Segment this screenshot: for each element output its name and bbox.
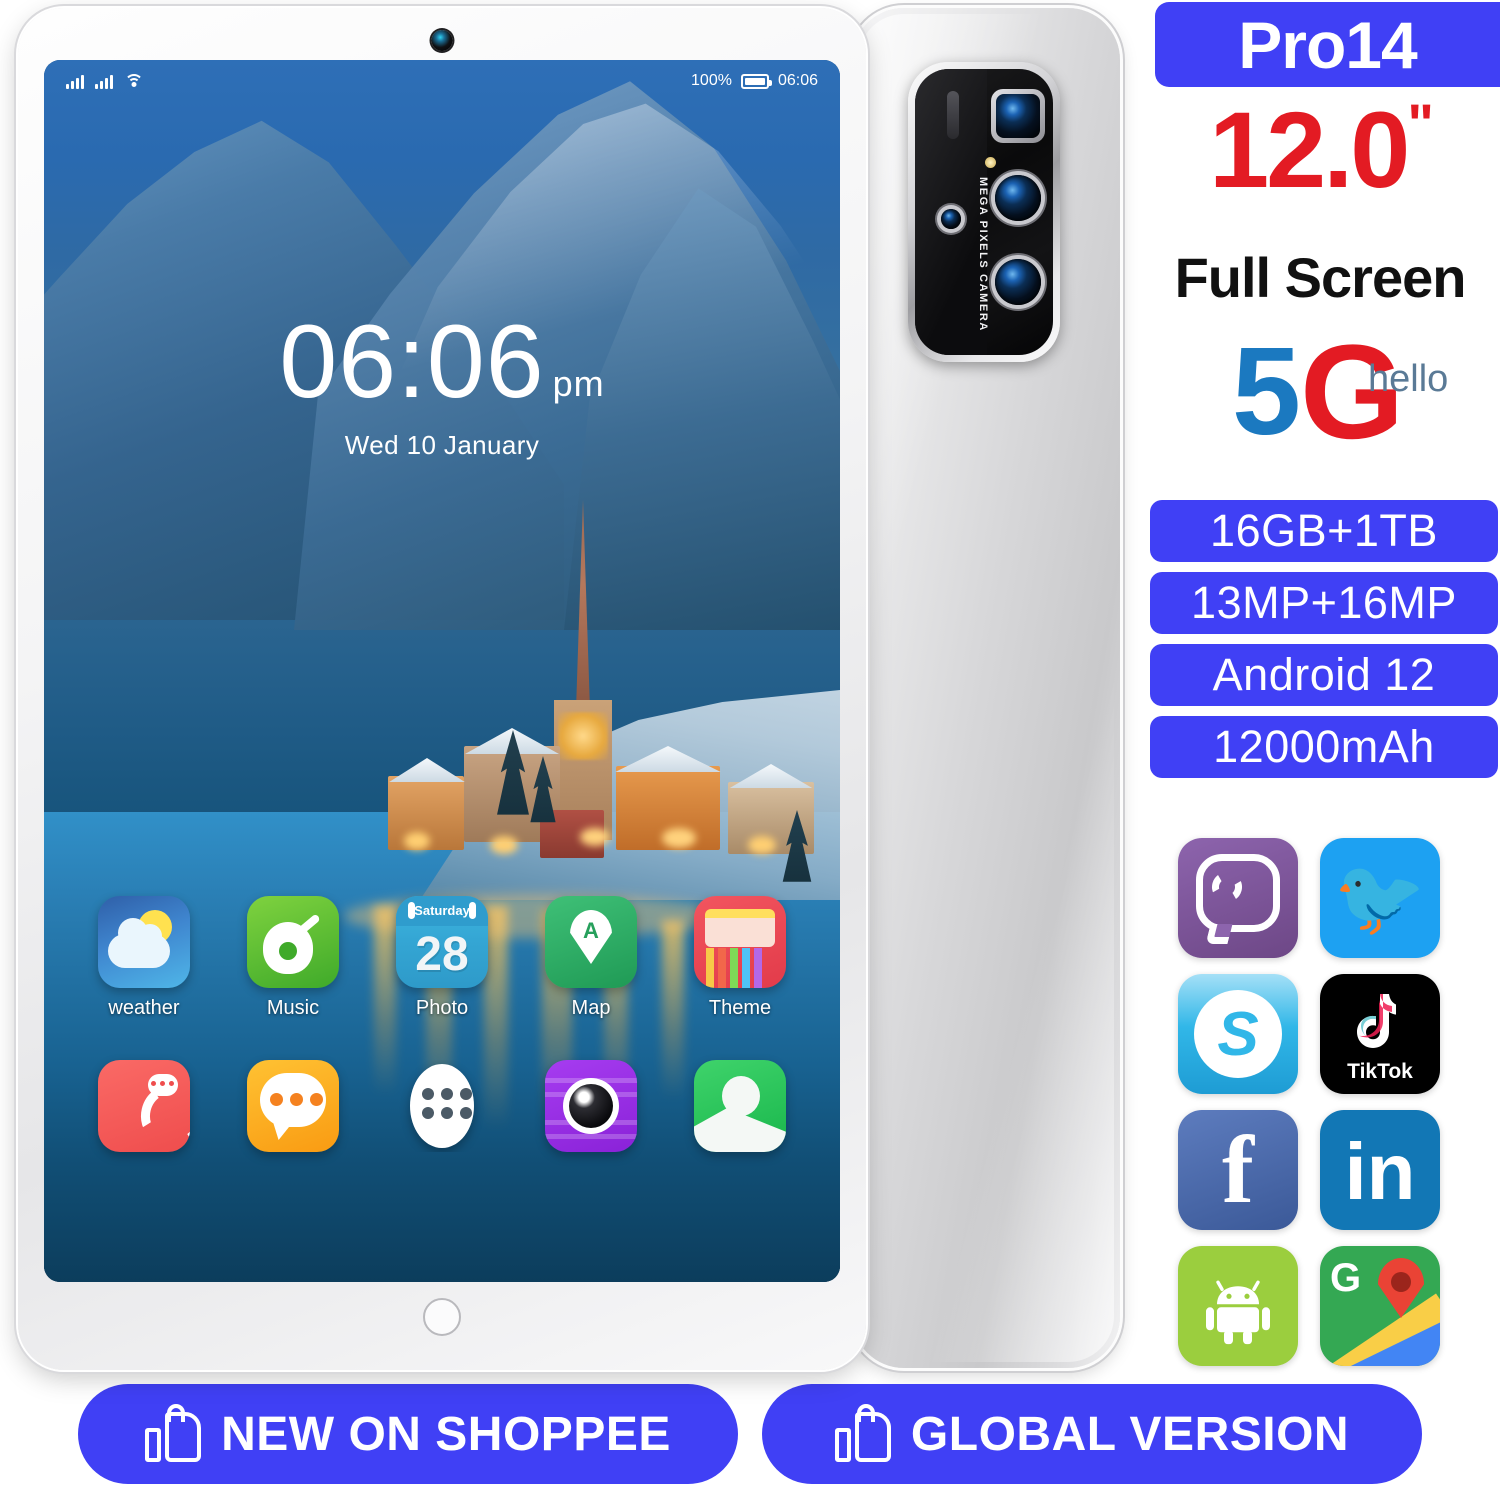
map-icon: A xyxy=(545,896,637,988)
app-label: weather xyxy=(108,997,180,1019)
app-label: Photo xyxy=(415,997,469,1019)
screen-size-headline: 12.0" xyxy=(1140,96,1500,204)
front-camera-icon xyxy=(431,30,453,51)
google-maps-icon[interactable]: G xyxy=(1320,1246,1440,1366)
tiktok-note-glyph xyxy=(1357,994,1396,1048)
screen-type-headline: Full Screen xyxy=(1174,246,1467,309)
messages-icon xyxy=(247,1060,339,1152)
twitter-icon[interactable]: 🐦 xyxy=(1320,838,1440,958)
tiktok-icon[interactable]: TikTok xyxy=(1320,974,1440,1094)
camera-lens-main xyxy=(991,89,1045,143)
banner-label: GLOBAL VERSION xyxy=(910,1407,1350,1461)
theme-icon xyxy=(694,896,786,988)
home-screen-apps: weather Music Saturday 28 Photo A Map Th… xyxy=(44,896,840,1152)
advertisement-canvas: MEGA PIXELS CAMERA 100% 06:06 06:06 pm W… xyxy=(0,0,1500,1500)
twitter-bird-glyph: 🐦 xyxy=(1333,856,1427,939)
tablet-screen[interactable]: 100% 06:06 06:06 pm Wed 10 January weath… xyxy=(44,60,840,1282)
app-map[interactable]: A Map xyxy=(537,896,645,1020)
weather-icon xyxy=(98,896,190,988)
banner-label: NEW ON SHOPPEE xyxy=(221,1407,671,1461)
lockscreen-time: 06:06 xyxy=(279,304,545,420)
app-phone[interactable] xyxy=(90,1060,198,1152)
app-theme[interactable]: Theme xyxy=(686,896,794,1020)
social-app-icons: 🐦 S TikTok f in G xyxy=(1178,838,1448,1366)
google-g-glyph: G xyxy=(1330,1256,1362,1300)
spec-badge-camera: 13MP+16MP xyxy=(1150,572,1498,634)
app-row-1: weather Music Saturday 28 Photo A Map Th… xyxy=(90,896,794,1020)
camera-lens-macro xyxy=(941,209,961,229)
app-messages[interactable] xyxy=(239,1060,347,1152)
facebook-icon[interactable]: f xyxy=(1178,1110,1298,1230)
map-pin-glyph: A xyxy=(583,918,599,943)
screen-size-unit: " xyxy=(1407,92,1434,155)
signal-bars-icon-2 xyxy=(95,73,113,89)
spec-badge-os: Android 12 xyxy=(1150,644,1498,706)
app-photo[interactable]: Saturday 28 Photo xyxy=(388,896,496,1020)
linkedin-glyph: in xyxy=(1344,1127,1416,1217)
app-music[interactable]: Music xyxy=(239,896,347,1020)
5g-hello-label: hello xyxy=(1368,358,1449,400)
model-badge: Pro14 xyxy=(1155,2,1500,87)
lockscreen-clock: 06:06 pm Wed 10 January xyxy=(44,310,840,461)
thumbs-up-icon xyxy=(834,1404,893,1462)
camera-module-label: MEGA PIXELS CAMERA xyxy=(977,177,989,332)
flash-dot-icon xyxy=(985,157,996,168)
camera-lens-wide xyxy=(995,175,1041,221)
app-camera[interactable] xyxy=(537,1060,645,1152)
app-gallery[interactable] xyxy=(686,1060,794,1152)
linkedin-icon[interactable]: in xyxy=(1320,1110,1440,1230)
thumbs-up-icon xyxy=(145,1404,203,1462)
viber-icon[interactable] xyxy=(1178,838,1298,958)
spec-badge-battery: 12000mAh xyxy=(1150,716,1498,778)
rear-camera-module: MEGA PIXELS CAMERA xyxy=(908,62,1060,362)
phone-icon xyxy=(98,1060,190,1152)
bottom-banners: NEW ON SHOPPEE GLOBAL VERSION xyxy=(0,1384,1500,1488)
flash-slit-icon xyxy=(947,91,959,139)
wifi-icon xyxy=(124,73,143,89)
gallery-icon xyxy=(694,1060,786,1152)
skype-glyph: S xyxy=(1194,990,1282,1078)
calendar-day-number: 28 xyxy=(415,928,469,981)
statusbar-clock: 06:06 xyxy=(777,72,818,89)
app-weather[interactable]: weather xyxy=(90,896,198,1020)
signal-bars-icon xyxy=(66,73,84,89)
screen-size-value: 12.0 xyxy=(1209,89,1410,210)
tablet-device: 100% 06:06 06:06 pm Wed 10 January weath… xyxy=(18,8,866,1370)
battery-icon xyxy=(740,73,772,89)
status-bar: 100% 06:06 xyxy=(44,60,840,102)
music-icon xyxy=(247,896,339,988)
app-row-2-dock xyxy=(90,1060,794,1152)
lockscreen-ampm: pm xyxy=(552,363,605,404)
calendar-icon: Saturday 28 xyxy=(396,896,488,988)
app-label: Theme xyxy=(708,997,772,1019)
tiktok-label: TikTok xyxy=(1347,1060,1413,1083)
banner-new-on-shoppee[interactable]: NEW ON SHOPPEE xyxy=(78,1384,738,1484)
camera-lens-tele xyxy=(995,259,1041,305)
wallpaper-village xyxy=(344,500,840,920)
banner-global-version[interactable]: GLOBAL VERSION xyxy=(762,1384,1422,1484)
lockscreen-date: Wed 10 January xyxy=(344,430,540,460)
app-drawer-icon xyxy=(396,1060,488,1152)
android-robot-glyph xyxy=(1206,1280,1270,1345)
spec-badge-memory: 16GB+1TB xyxy=(1150,500,1498,562)
facebook-glyph: f xyxy=(1222,1116,1254,1223)
app-label: Music xyxy=(266,997,320,1019)
5g-five: 5 xyxy=(1232,323,1301,461)
5g-logo: 5 G hello xyxy=(1140,323,1500,461)
battery-percent-label: 100% xyxy=(691,72,732,89)
home-button[interactable] xyxy=(423,1298,461,1336)
church-light xyxy=(558,712,608,760)
app-label: Map xyxy=(571,997,611,1019)
app-drawer[interactable] xyxy=(388,1060,496,1152)
skype-icon[interactable]: S xyxy=(1178,974,1298,1094)
camera-icon xyxy=(545,1060,637,1152)
android-icon[interactable] xyxy=(1178,1246,1298,1366)
